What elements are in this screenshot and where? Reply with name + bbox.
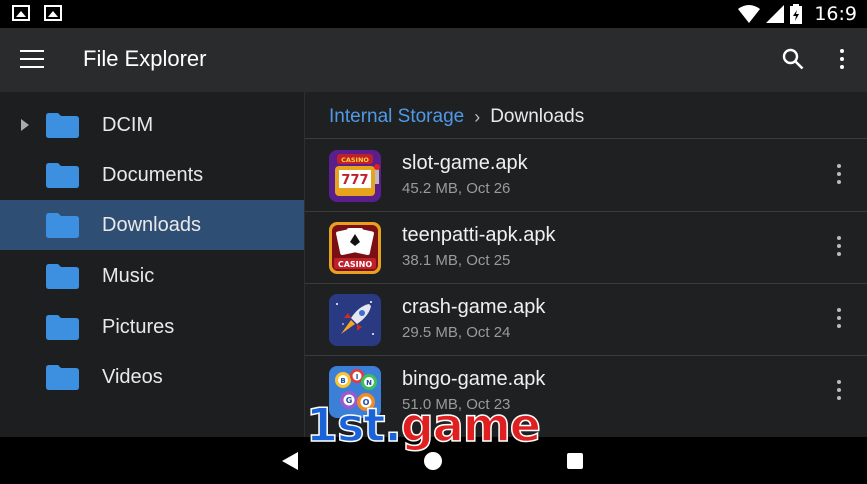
divider [305, 138, 867, 139]
sidebar-item-label: DCIM [102, 113, 154, 136]
bingo-ball-letter: N [366, 379, 372, 387]
app-bar: File Explorer [0, 28, 867, 92]
bingo-ball-letter: I [356, 373, 359, 381]
slot-machine-icon: CASINO 777 [329, 150, 381, 202]
sidebar-item-label: Downloads [102, 213, 201, 236]
back-icon[interactable] [282, 452, 298, 470]
file-list-pane: Internal Storage › Downloads CASINO 777 … [305, 92, 867, 437]
cell-signal-icon [766, 5, 785, 23]
status-bar: 16:9 [0, 0, 867, 28]
folder-icon [46, 263, 79, 289]
sidebar-item-videos[interactable]: Videos [0, 352, 304, 402]
sidebar-item-downloads[interactable]: Downloads [0, 200, 304, 250]
watermark-part: 1st. [305, 397, 402, 453]
sidebar-item-documents[interactable]: Documents [0, 150, 304, 200]
thumb-badge-text: CASINO [341, 156, 369, 164]
row-overflow-menu-icon[interactable] [835, 308, 843, 332]
thumb-reels-text: 777 [341, 173, 368, 188]
file-meta: 38.1 MB, Oct 25 [402, 252, 511, 269]
overflow-menu-icon[interactable] [834, 49, 850, 73]
sidebar-item-label: Music [102, 264, 155, 287]
file-row[interactable]: crash-game.apk 29.5 MB, Oct 24 [305, 284, 867, 356]
thumb-badge-text: CASINO [338, 260, 372, 269]
sidebar-item-label: Documents [102, 163, 204, 186]
bingo-ball-letter: B [340, 377, 345, 385]
chevron-right-icon: › [474, 106, 481, 127]
clock: 16:9 [814, 3, 857, 25]
search-icon[interactable] [782, 48, 804, 70]
app-title: File Explorer [83, 46, 207, 71]
row-overflow-menu-icon[interactable] [835, 380, 843, 404]
recent-apps-icon[interactable] [567, 453, 583, 469]
image-notification-icon [12, 5, 30, 21]
folder-sidebar: DCIM Documents Downloads Music Pictures … [0, 92, 305, 437]
watermark: 1st.game [305, 397, 542, 453]
file-row[interactable]: CASINO 777 slot-game.apk 45.2 MB, Oct 26 [305, 140, 867, 212]
file-name: bingo-game.apk [402, 368, 546, 390]
rocket-icon [329, 294, 381, 346]
folder-icon [46, 212, 79, 238]
breadcrumb-root-link[interactable]: Internal Storage [329, 106, 464, 128]
row-overflow-menu-icon[interactable] [835, 164, 843, 188]
sidebar-item-pictures[interactable]: Pictures [0, 302, 304, 352]
watermark-part: game [400, 397, 542, 453]
folder-icon [46, 162, 79, 188]
wifi-icon [738, 5, 761, 23]
breadcrumb-current: Downloads [490, 106, 585, 127]
file-name: teenpatti-apk.apk [402, 224, 556, 246]
folder-icon [46, 314, 79, 340]
hamburger-menu-icon[interactable] [20, 50, 44, 70]
battery-icon [790, 4, 803, 24]
playing-cards-icon: CASINO [329, 222, 381, 274]
folder-icon [46, 364, 79, 390]
sidebar-item-label: Videos [102, 365, 163, 388]
file-row[interactable]: CASINO teenpatti-apk.apk 38.1 MB, Oct 25 [305, 212, 867, 284]
file-meta: 29.5 MB, Oct 24 [402, 324, 511, 341]
file-name: crash-game.apk [402, 296, 546, 318]
home-icon[interactable] [424, 452, 442, 470]
sidebar-item-label: Pictures [102, 315, 175, 338]
breadcrumb: Internal Storage › Downloads [329, 106, 584, 128]
folder-icon [46, 112, 79, 138]
sidebar-item-music[interactable]: Music [0, 251, 304, 301]
image-notification-icon [44, 5, 62, 21]
file-name: slot-game.apk [402, 152, 528, 174]
expand-caret-icon[interactable] [21, 119, 29, 131]
file-meta: 45.2 MB, Oct 26 [402, 180, 511, 197]
row-overflow-menu-icon[interactable] [835, 236, 843, 260]
sidebar-item-dcim[interactable]: DCIM [0, 100, 304, 150]
